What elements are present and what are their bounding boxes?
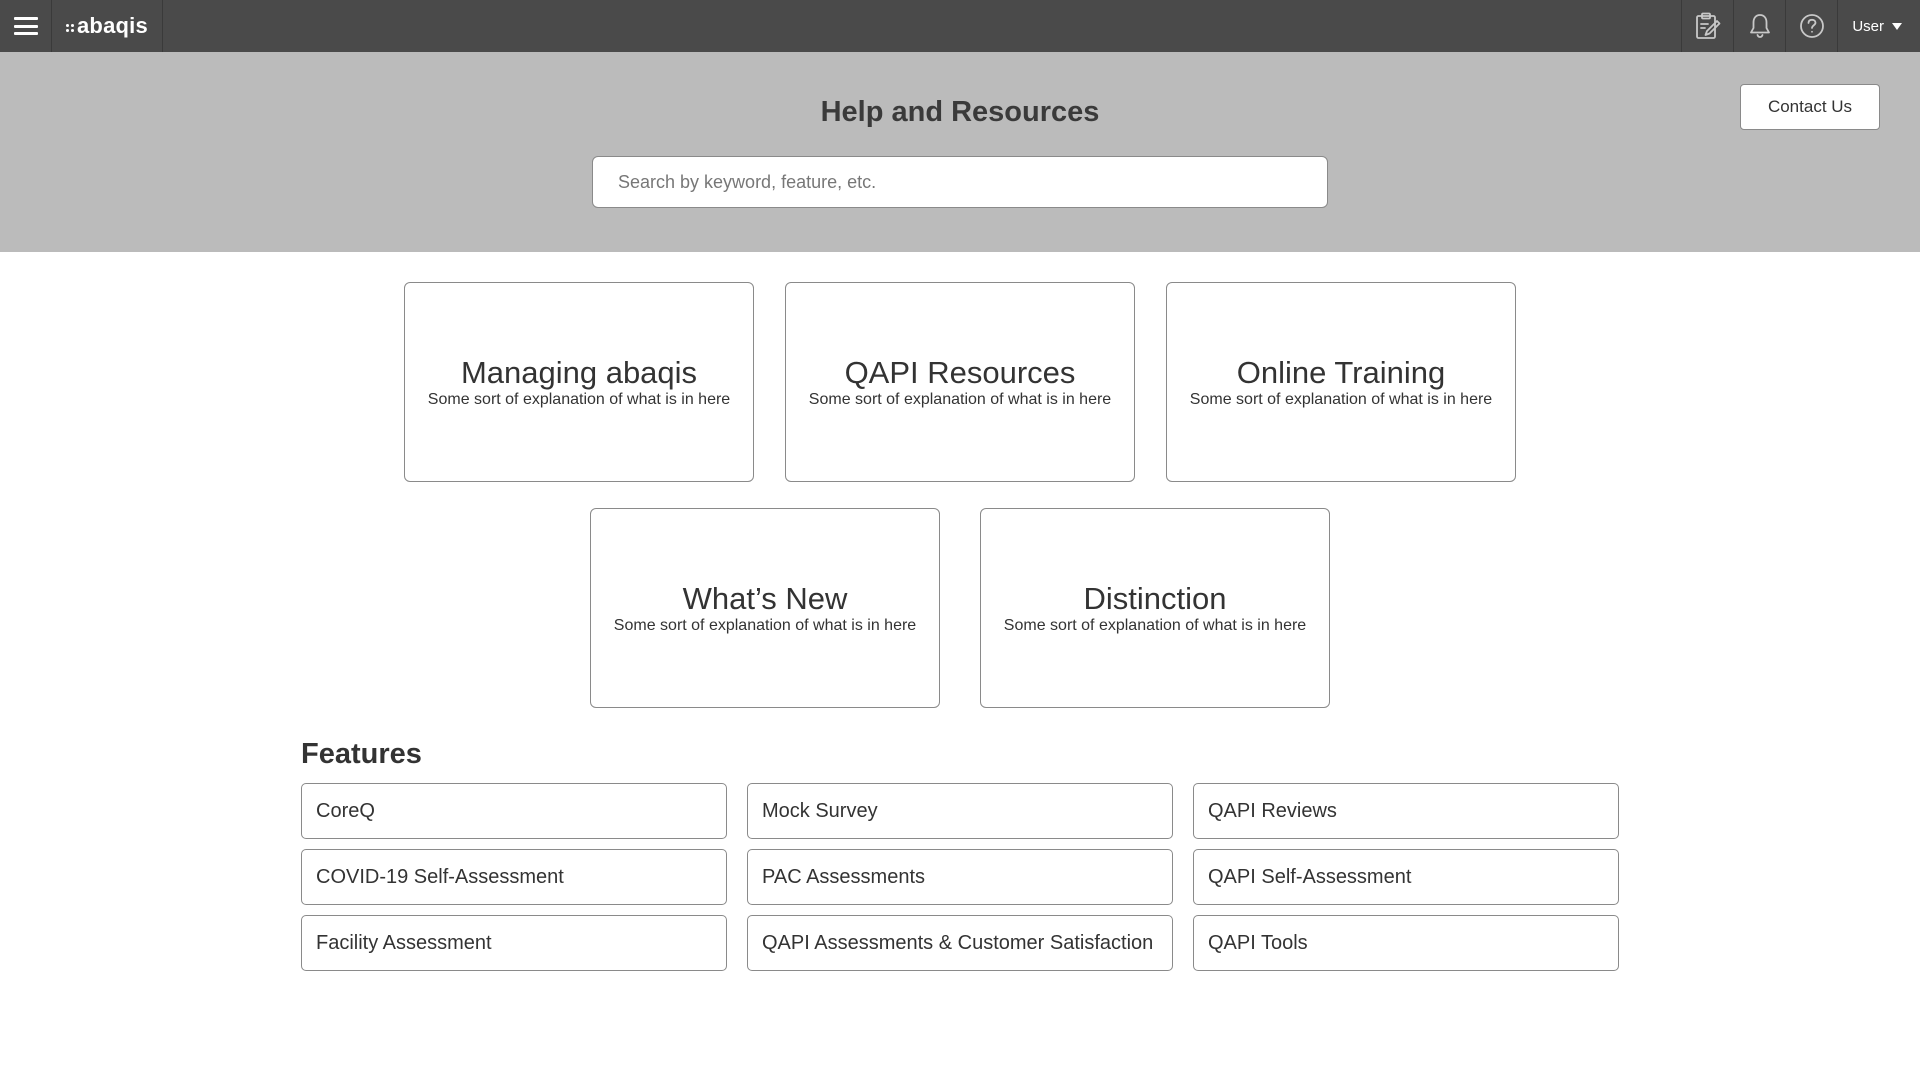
caret-down-icon bbox=[1892, 22, 1902, 30]
feature-link-pac-assessments[interactable]: PAC Assessments bbox=[747, 849, 1173, 905]
card-title: What’s New bbox=[682, 581, 848, 616]
help-circle-icon bbox=[1799, 14, 1824, 38]
user-menu-label: User bbox=[1852, 17, 1884, 35]
feature-link-qapi-tools[interactable]: QAPI Tools bbox=[1193, 915, 1619, 971]
notifications-button[interactable] bbox=[1733, 0, 1785, 52]
feature-link-mock-survey[interactable]: Mock Survey bbox=[747, 783, 1173, 839]
abaqis-logo-icon bbox=[66, 24, 74, 32]
top-navigation-bar: abaqis User bbox=[0, 0, 1920, 52]
search-input[interactable] bbox=[592, 156, 1328, 208]
card-description: Some sort of explanation of what is in h… bbox=[613, 617, 917, 634]
brand-logo[interactable]: abaqis bbox=[52, 0, 163, 52]
features-heading: Features bbox=[301, 738, 422, 770]
feature-link-qapi-self-assessment[interactable]: QAPI Self-Assessment bbox=[1193, 849, 1619, 905]
contact-us-button[interactable]: Contact Us bbox=[1740, 84, 1880, 130]
help-hero-banner: Help and Resources Contact Us bbox=[0, 52, 1920, 252]
feature-link-covid-19-self-assessment[interactable]: COVID-19 Self-Assessment bbox=[301, 849, 727, 905]
card-distinction[interactable]: Distinction Some sort of explanation of … bbox=[980, 508, 1330, 708]
card-managing-abaqis[interactable]: Managing abaqis Some sort of explanation… bbox=[404, 282, 754, 482]
page-title: Help and Resources bbox=[820, 96, 1100, 128]
card-description: Some sort of explanation of what is in h… bbox=[808, 391, 1112, 408]
feature-link-qapi-assessments-customer-satisfaction[interactable]: QAPI Assessments & Customer Satisfaction bbox=[747, 915, 1173, 971]
card-description: Some sort of explanation of what is in h… bbox=[1189, 391, 1493, 408]
menu-icon bbox=[13, 17, 38, 35]
feature-link-qapi-reviews[interactable]: QAPI Reviews bbox=[1193, 783, 1619, 839]
card-title: Online Training bbox=[1236, 355, 1446, 390]
menu-button[interactable] bbox=[0, 0, 52, 52]
card-title: Distinction bbox=[1083, 581, 1227, 616]
brand-name: abaqis bbox=[77, 13, 148, 38]
card-whats-new[interactable]: What’s New Some sort of explanation of w… bbox=[590, 508, 940, 708]
help-button[interactable] bbox=[1785, 0, 1837, 52]
clipboard-edit-icon bbox=[1695, 12, 1721, 39]
card-description: Some sort of explanation of what is in h… bbox=[427, 391, 731, 408]
feature-link-facility-assessment[interactable]: Facility Assessment bbox=[301, 915, 727, 971]
card-qapi-resources[interactable]: QAPI Resources Some sort of explanation … bbox=[785, 282, 1135, 482]
bell-icon bbox=[1749, 14, 1770, 38]
card-title: QAPI Resources bbox=[844, 355, 1076, 390]
card-online-training[interactable]: Online Training Some sort of explanation… bbox=[1166, 282, 1516, 482]
user-menu-dropdown[interactable]: User bbox=[1837, 0, 1920, 52]
card-description: Some sort of explanation of what is in h… bbox=[1003, 617, 1307, 634]
card-title: Managing abaqis bbox=[460, 355, 698, 390]
tasks-button[interactable] bbox=[1681, 0, 1733, 52]
feature-link-coreq[interactable]: CoreQ bbox=[301, 783, 727, 839]
